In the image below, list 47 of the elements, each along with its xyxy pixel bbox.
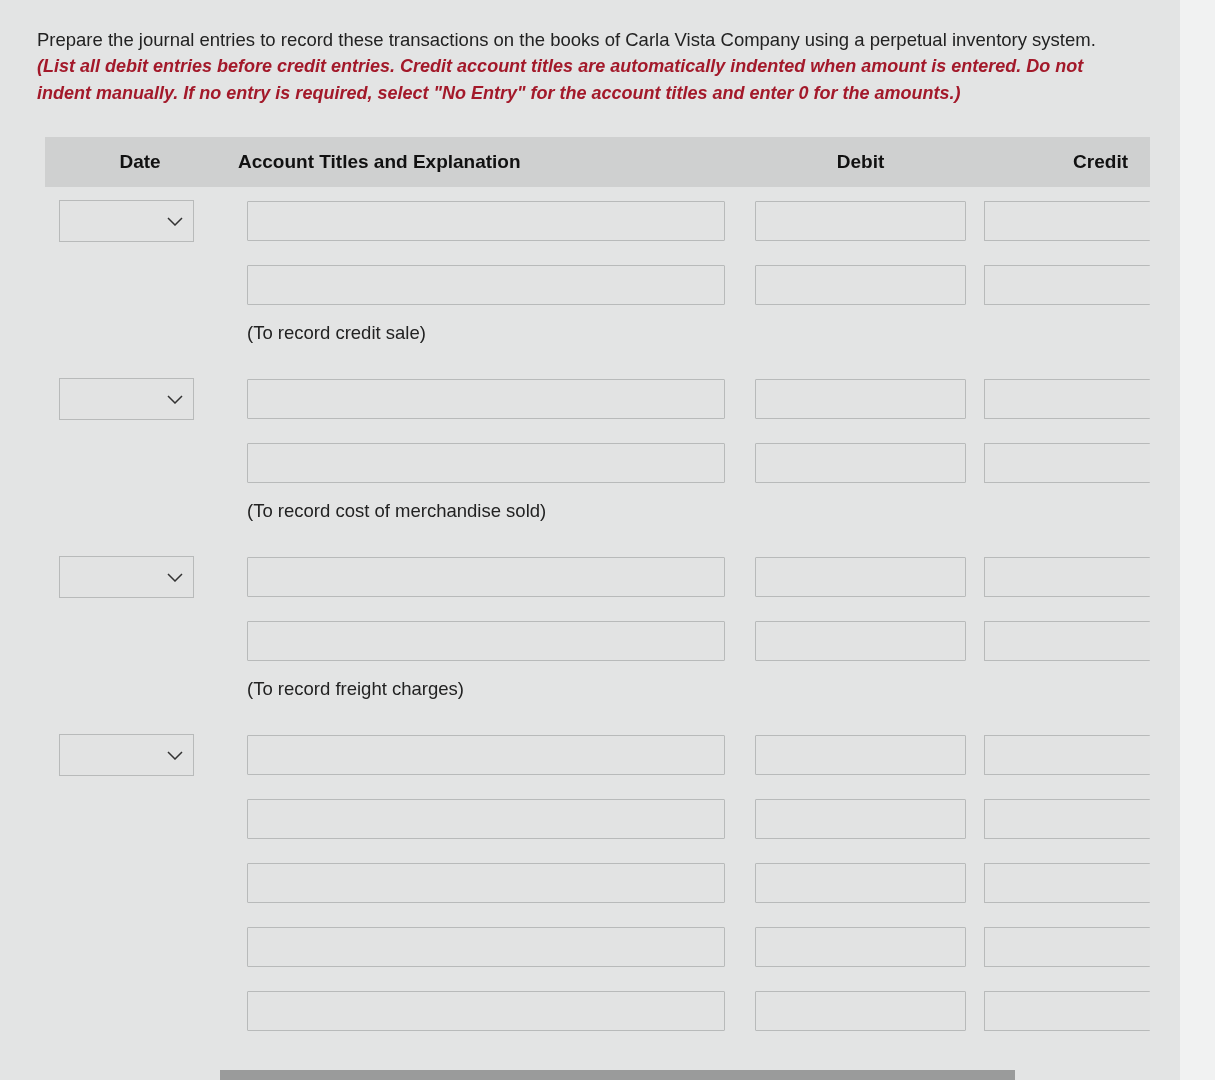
account-title-field[interactable] — [247, 991, 725, 1031]
account-title-field[interactable] — [247, 201, 725, 241]
account-title-field[interactable] — [247, 265, 725, 305]
debit-field[interactable] — [755, 927, 966, 967]
debit-field[interactable] — [755, 265, 966, 305]
credit-field[interactable] — [984, 557, 1150, 597]
account-title-field[interactable] — [247, 863, 725, 903]
credit-field[interactable] — [984, 799, 1150, 839]
explanation-text: (To record credit sale) — [247, 321, 426, 345]
account-title-field[interactable] — [247, 927, 725, 967]
debit-field[interactable] — [755, 621, 966, 661]
account-title-field[interactable] — [247, 621, 725, 661]
account-title-field[interactable] — [247, 557, 725, 597]
column-header: Debit — [835, 149, 886, 174]
debit-field[interactable] — [755, 863, 966, 903]
debit-field[interactable] — [755, 379, 966, 419]
credit-field[interactable] — [984, 621, 1150, 661]
instruction-note: (List all debit entries before credit entries. Credit account titles are automatically indented when amount is entered. Do not indent manually. If no entry is required, select "No Entry" for the account titles and enter 0 for the amounts.) — [37, 55, 1085, 105]
date-select[interactable] — [59, 378, 194, 420]
debit-field[interactable] — [755, 735, 966, 775]
credit-field[interactable] — [984, 265, 1150, 305]
credit-field[interactable] — [984, 863, 1150, 903]
debit-field[interactable] — [755, 991, 966, 1031]
account-title-field[interactable] — [247, 735, 725, 775]
credit-field[interactable] — [984, 927, 1150, 967]
credit-field[interactable] — [984, 443, 1150, 483]
date-select[interactable] — [59, 200, 194, 242]
scrollbar-thumb[interactable] — [220, 1070, 1015, 1080]
column-header: Account Titles and Explanation — [237, 149, 522, 174]
account-title-field[interactable] — [247, 379, 725, 419]
debit-field[interactable] — [755, 799, 966, 839]
debit-field[interactable] — [755, 443, 966, 483]
instruction-text: Prepare the journal entries to record these transactions on the books of Carla Vista Company using a perpetual inventory system. — [37, 28, 1097, 52]
account-title-field[interactable] — [247, 443, 725, 483]
explanation-text: (To record cost of merchandise sold) — [247, 499, 547, 523]
credit-field[interactable] — [984, 379, 1150, 419]
date-select[interactable] — [59, 556, 194, 598]
column-header: Date — [118, 149, 162, 174]
debit-field[interactable] — [755, 557, 966, 597]
column-header: Credit — [1072, 149, 1129, 174]
credit-field[interactable] — [984, 735, 1150, 775]
account-title-field[interactable] — [247, 799, 725, 839]
credit-field[interactable] — [984, 991, 1150, 1031]
explanation-text: (To record freight charges) — [247, 677, 464, 701]
debit-field[interactable] — [755, 201, 966, 241]
date-select[interactable] — [59, 734, 194, 776]
credit-field[interactable] — [984, 201, 1150, 241]
